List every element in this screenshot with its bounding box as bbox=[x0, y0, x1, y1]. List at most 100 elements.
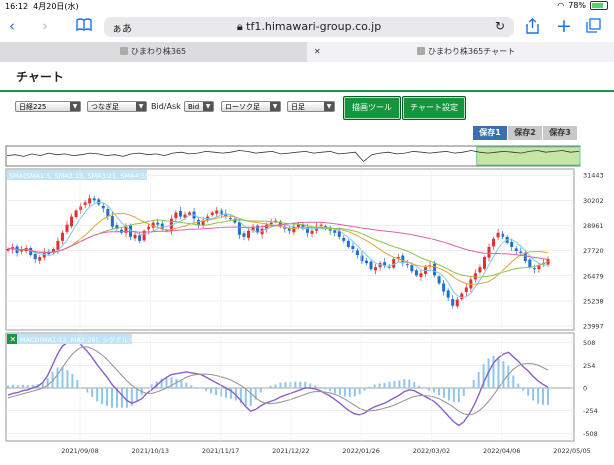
save-1-button[interactable]: 保存1 bbox=[473, 126, 507, 140]
histogram-bar bbox=[111, 388, 114, 408]
histogram-bar bbox=[368, 386, 371, 388]
histogram-bar bbox=[7, 385, 9, 388]
candle-body bbox=[419, 273, 423, 277]
histogram-bar bbox=[428, 388, 431, 391]
candle-body bbox=[65, 224, 69, 232]
chevron-down-icon: ▼ bbox=[203, 102, 213, 111]
histogram-bar bbox=[249, 388, 252, 406]
candle-body bbox=[228, 218, 232, 220]
candle-body bbox=[328, 229, 332, 231]
candle-body bbox=[138, 235, 142, 241]
histogram-bar bbox=[393, 380, 396, 388]
bidask-select[interactable]: Bid ▼ bbox=[184, 101, 214, 112]
x-tick-label: 2021/11/17 bbox=[202, 447, 239, 455]
y-tick-label: 508 bbox=[583, 339, 595, 347]
x-tick-label: 2022/03/02 bbox=[413, 447, 450, 455]
histogram-bar bbox=[145, 388, 148, 389]
histogram-bar bbox=[16, 385, 19, 388]
draw-tool-button[interactable]: 描画ツール bbox=[343, 96, 401, 120]
y-tick-label: 0 bbox=[583, 385, 587, 393]
candle-body bbox=[269, 222, 273, 225]
histogram-bar bbox=[472, 379, 475, 388]
candle-select[interactable]: ローソク足 ▼ bbox=[221, 101, 281, 112]
histogram-bar bbox=[329, 388, 332, 392]
save-2-button[interactable]: 保存2 bbox=[508, 126, 542, 140]
candle-body bbox=[110, 216, 114, 227]
histogram-bar bbox=[91, 388, 94, 397]
tab-himawari[interactable]: ひまわり株365 bbox=[0, 42, 306, 62]
candle-body bbox=[219, 210, 223, 215]
candle-body bbox=[88, 198, 92, 204]
new-tab-icon[interactable]: + bbox=[556, 15, 572, 37]
x-tick-label: 2021/09/08 bbox=[61, 447, 98, 455]
y-tick-label: 26479 bbox=[583, 272, 604, 280]
candle-body bbox=[237, 222, 241, 235]
candle-body bbox=[38, 257, 42, 261]
candle-body bbox=[383, 262, 387, 266]
y-tick-label: 23997 bbox=[583, 323, 604, 331]
histogram-bar bbox=[210, 388, 213, 394]
candle-body bbox=[97, 199, 101, 205]
bidask-label: Bid/Ask bbox=[151, 102, 181, 111]
candle-body bbox=[133, 234, 137, 239]
join-value: つなぎ足 bbox=[91, 103, 119, 111]
histogram-bar bbox=[408, 379, 411, 388]
histogram-bar bbox=[542, 388, 545, 405]
histogram-bar bbox=[333, 388, 336, 394]
share-icon[interactable] bbox=[526, 18, 539, 38]
tab-himawari-chart[interactable]: ✕ ひまわり株365チャート bbox=[307, 42, 614, 62]
save-3-button[interactable]: 保存3 bbox=[543, 126, 577, 140]
candle-body bbox=[247, 230, 251, 238]
price-legend: SMA(SMA1:5, SMA2:13, SMA3:21, SMA4:55) bbox=[9, 172, 152, 180]
histogram-bar bbox=[259, 388, 262, 393]
histogram-bar bbox=[324, 388, 327, 390]
histogram-bar bbox=[195, 387, 198, 388]
candle-body bbox=[74, 210, 78, 218]
lock-icon: 🔒︎ bbox=[236, 20, 243, 33]
histogram-bar bbox=[125, 388, 128, 408]
histogram-bar bbox=[264, 388, 267, 389]
address-bar[interactable]: ぁあ 🔒︎ tf1.himawari-group.co.jp ↻ bbox=[104, 17, 514, 37]
chart-svg[interactable]: SMA(SMA1:5, SMA2:13, SMA3:21, SMA4:55) 3… bbox=[0, 140, 614, 461]
candle-body bbox=[510, 241, 514, 247]
tabs-overview-icon[interactable] bbox=[586, 18, 601, 37]
battery-icon bbox=[590, 1, 608, 10]
candle-body bbox=[437, 276, 441, 284]
symbol-select[interactable]: 日経225 ▼ bbox=[15, 101, 81, 112]
candle-body bbox=[446, 290, 450, 298]
candle-body bbox=[528, 259, 532, 268]
reload-icon[interactable]: ↻ bbox=[495, 19, 505, 33]
histogram-bar bbox=[26, 385, 29, 388]
chart-settings-button[interactable]: チャート設定 bbox=[402, 96, 466, 120]
candle-body bbox=[178, 211, 182, 217]
histogram-bar bbox=[165, 377, 168, 388]
histogram-bar bbox=[338, 388, 341, 395]
chart-controls: 日経225 ▼ つなぎ足 ▼ Bid/Ask Bid ▼ ローソク足 ▼ 日足 ▼ 描画ツ… bbox=[0, 96, 614, 122]
histogram-bar bbox=[547, 388, 549, 405]
y-tick-label: -508 bbox=[583, 430, 598, 438]
histogram-bar bbox=[106, 388, 109, 406]
histogram-bar bbox=[497, 357, 500, 388]
histogram-bar bbox=[76, 379, 79, 388]
histogram-bar bbox=[101, 388, 104, 405]
forward-icon[interactable]: › bbox=[42, 17, 48, 35]
histogram-bar bbox=[353, 388, 356, 397]
close-tab-icon[interactable]: ✕ bbox=[314, 42, 321, 62]
histogram-bar bbox=[96, 388, 99, 402]
overview-range-handle[interactable] bbox=[476, 146, 581, 166]
histogram-bar bbox=[150, 384, 153, 388]
chevron-down-icon: ▼ bbox=[270, 102, 280, 111]
join-select[interactable]: つなぎ足 ▼ bbox=[87, 101, 147, 112]
candle-body bbox=[346, 240, 350, 247]
bookmarks-icon[interactable] bbox=[76, 18, 92, 36]
back-icon[interactable]: ‹ bbox=[9, 17, 15, 35]
candle-body bbox=[188, 212, 192, 215]
histogram-bar bbox=[274, 384, 277, 388]
histogram-bar bbox=[373, 384, 376, 388]
candle-body bbox=[514, 248, 518, 252]
histogram-bar bbox=[442, 388, 445, 398]
candle-body bbox=[160, 223, 164, 229]
histogram-bar bbox=[522, 388, 525, 391]
period-select[interactable]: 日足 ▼ bbox=[287, 101, 335, 112]
histogram-bar bbox=[512, 375, 515, 388]
